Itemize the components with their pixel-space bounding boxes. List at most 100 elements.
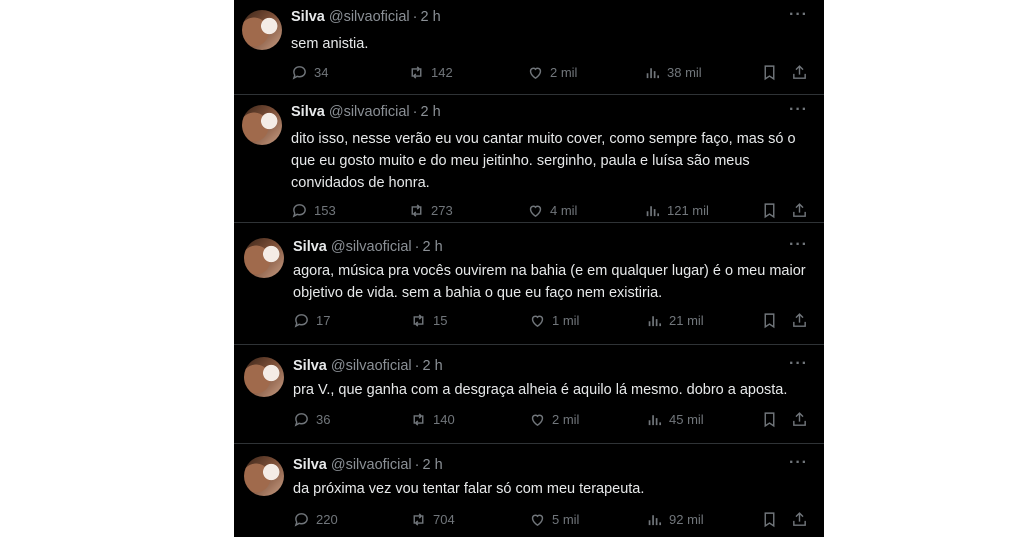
share-button[interactable] — [791, 312, 808, 329]
tweet[interactable]: Silva @silvaoficial · 2 h ··· da próxima ve… — [234, 444, 824, 537]
share-icon — [793, 65, 806, 79]
views-button[interactable]: 92 mil — [646, 511, 704, 528]
share-button[interactable] — [791, 202, 808, 219]
reply-button[interactable]: 153 — [291, 202, 336, 219]
more-icon[interactable]: ··· — [789, 454, 808, 472]
more-icon[interactable]: ··· — [789, 355, 808, 373]
timestamp[interactable]: 2 h — [423, 457, 443, 473]
bookmark-button[interactable] — [761, 312, 778, 329]
bookmark-icon — [764, 512, 775, 528]
reply-button[interactable]: 34 — [291, 64, 328, 81]
handle[interactable]: @silvaoficial — [329, 104, 410, 120]
tweet-text: sem anistia. — [291, 36, 369, 52]
repost-button[interactable]: 273 — [408, 202, 453, 219]
reply-button[interactable]: 17 — [293, 312, 330, 329]
reply-icon — [294, 513, 308, 527]
share-button[interactable] — [791, 64, 808, 81]
tweet[interactable]: Silva @silvaoficial · 2 h ··· sem anistia. … — [234, 0, 824, 95]
repost-icon — [413, 513, 424, 526]
repost-count: 15 — [433, 313, 448, 328]
tweet-header: Silva @silvaoficial · 2 h ··· — [291, 101, 808, 124]
tweet-text: agora, música pra vocês ouvirem na bahia… — [293, 263, 806, 301]
repost-count: 704 — [433, 512, 455, 527]
repost-button[interactable]: 140 — [410, 411, 455, 428]
like-button[interactable]: 4 mil — [527, 202, 577, 219]
views-button[interactable]: 38 mil — [644, 64, 702, 81]
tweet-header: Silva @silvaoficial · 2 h ··· — [293, 236, 808, 259]
views-icon — [648, 515, 662, 526]
avatar[interactable] — [242, 105, 282, 145]
action-bar: 220 704 5 mil 92 mil — [293, 511, 808, 531]
reply-button[interactable]: 220 — [293, 511, 338, 528]
repost-count: 140 — [433, 412, 455, 427]
share-icon — [793, 512, 806, 526]
views-icon — [646, 206, 660, 217]
separator-dot: · — [414, 239, 420, 255]
bookmark-button[interactable] — [761, 202, 778, 219]
like-count: 4 mil — [550, 203, 578, 218]
avatar[interactable] — [242, 10, 282, 50]
repost-button[interactable]: 704 — [410, 511, 455, 528]
handle[interactable]: @silvaoficial — [329, 9, 410, 25]
like-count: 5 mil — [552, 512, 580, 527]
handle[interactable]: @silvaoficial — [331, 457, 412, 473]
timeline-panel: Silva @silvaoficial · 2 h ··· sem anistia. … — [234, 0, 824, 537]
views-button[interactable]: 121 mil — [644, 202, 709, 219]
share-button[interactable] — [791, 411, 808, 428]
action-bar: 36 140 2 mil 45 mil — [293, 411, 808, 431]
reply-icon — [292, 204, 306, 218]
timestamp[interactable]: 2 h — [423, 358, 443, 374]
like-button[interactable]: 2 mil — [529, 411, 579, 428]
tweet[interactable]: Silva @silvaoficial · 2 h ··· pra V., que g… — [234, 345, 824, 444]
reply-icon — [294, 413, 308, 427]
views-button[interactable]: 21 mil — [646, 312, 704, 329]
repost-button[interactable]: 15 — [410, 312, 447, 329]
like-count: 1 mil — [552, 313, 580, 328]
timestamp[interactable]: 2 h — [423, 239, 443, 255]
bookmark-icon — [764, 412, 775, 428]
display-name[interactable]: Silva — [293, 457, 327, 473]
more-icon[interactable]: ··· — [789, 101, 808, 119]
display-name[interactable]: Silva — [291, 9, 325, 25]
more-icon[interactable]: ··· — [789, 236, 808, 254]
timestamp[interactable]: 2 h — [421, 104, 441, 120]
views-button[interactable]: 45 mil — [646, 411, 704, 428]
handle[interactable]: @silvaoficial — [331, 239, 412, 255]
like-button[interactable]: 5 mil — [529, 511, 579, 528]
like-button[interactable]: 2 mil — [527, 64, 577, 81]
reply-count: 17 — [316, 313, 331, 328]
bookmark-button[interactable] — [761, 511, 778, 528]
views-count: 121 mil — [667, 203, 709, 218]
repost-button[interactable]: 142 — [408, 64, 453, 81]
avatar[interactable] — [244, 238, 284, 278]
like-icon — [531, 315, 544, 328]
like-icon — [529, 205, 542, 218]
tweet[interactable]: Silva @silvaoficial · 2 h ··· dito isso, ne… — [234, 95, 824, 223]
bookmark-icon — [764, 203, 775, 219]
display-name[interactable]: Silva — [293, 239, 327, 255]
repost-count: 142 — [431, 65, 453, 80]
timestamp[interactable]: 2 h — [421, 9, 441, 25]
reply-icon — [292, 66, 306, 80]
bookmark-button[interactable] — [761, 411, 778, 428]
display-name[interactable]: Silva — [291, 104, 325, 120]
bookmark-button[interactable] — [761, 64, 778, 81]
share-button[interactable] — [791, 511, 808, 528]
reply-button[interactable]: 36 — [293, 411, 330, 428]
avatar[interactable] — [244, 357, 284, 397]
separator-dot: · — [414, 358, 420, 374]
handle[interactable]: @silvaoficial — [331, 358, 412, 374]
separator-dot: · — [414, 457, 420, 473]
display-name[interactable]: Silva — [293, 358, 327, 374]
like-button[interactable]: 1 mil — [529, 312, 579, 329]
action-bar: 34 142 2 mil 38 mil — [291, 64, 808, 84]
share-icon — [793, 412, 806, 426]
tweet-header: Silva @silvaoficial · 2 h ··· — [293, 454, 808, 477]
more-icon[interactable]: ··· — [789, 6, 808, 24]
avatar[interactable] — [244, 456, 284, 496]
action-bar: 153 273 4 mil 121 mil — [291, 202, 808, 222]
action-bar: 17 15 1 mil 21 mil — [293, 312, 808, 332]
like-count: 2 mil — [550, 65, 578, 80]
separator-dot: · — [412, 104, 418, 120]
tweet[interactable]: Silva @silvaoficial · 2 h ··· agora, música… — [234, 226, 824, 345]
